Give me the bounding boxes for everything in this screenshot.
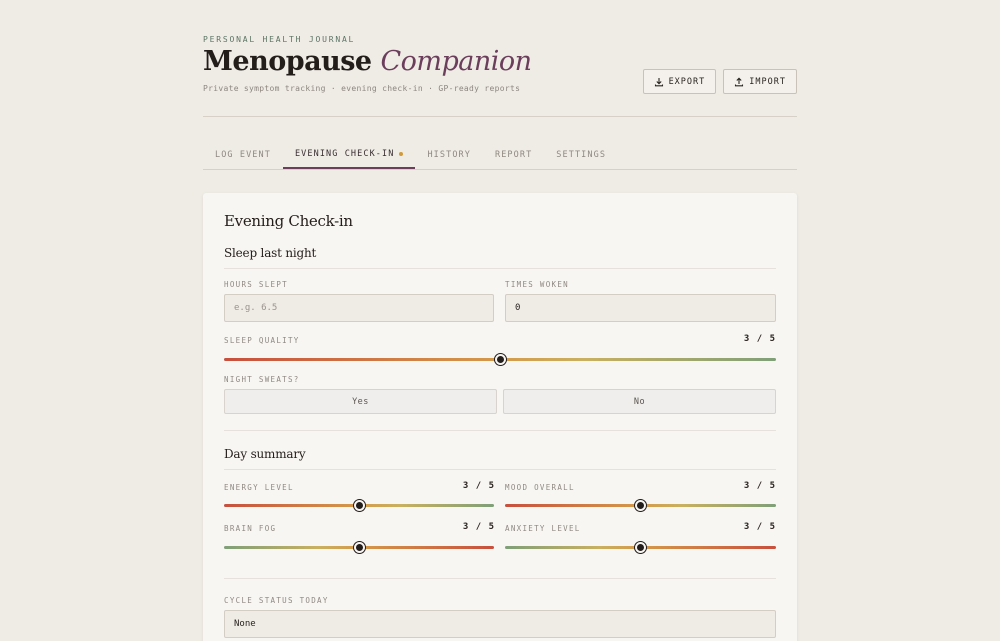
export-button[interactable]: EXPORT bbox=[642, 69, 717, 94]
brain-fog-slider[interactable] bbox=[224, 541, 494, 553]
energy-level-slider[interactable] bbox=[224, 499, 494, 511]
cycle-status-select[interactable]: None bbox=[224, 610, 776, 638]
section-divider bbox=[224, 268, 776, 269]
tab-evening-check-in[interactable]: EVENING CHECK-IN bbox=[282, 141, 416, 169]
anxiety-level-value: 3 / 5 bbox=[743, 522, 776, 532]
tab-settings[interactable]: SETTINGS bbox=[544, 141, 618, 169]
slider-thumb[interactable] bbox=[635, 500, 646, 511]
section-title-sleep: Sleep last night bbox=[224, 246, 317, 260]
import-button[interactable]: IMPORT bbox=[723, 69, 797, 94]
mood-overall-value: 3 / 5 bbox=[743, 481, 776, 491]
energy-level-label: ENERGY LEVEL bbox=[224, 483, 294, 492]
night-sweats-label: NIGHT SWEATS? bbox=[224, 375, 300, 384]
tab-label: EVENING CHECK-IN bbox=[294, 149, 395, 159]
app-subtitle: Private symptom tracking · evening check… bbox=[203, 84, 521, 93]
slider-thumb[interactable] bbox=[353, 500, 365, 511]
sleep-quality-value: 3 / 5 bbox=[743, 334, 776, 344]
download-icon bbox=[654, 77, 663, 86]
energy-level-value: 3 / 5 bbox=[462, 481, 495, 491]
hours-slept-input[interactable] bbox=[224, 294, 494, 322]
mood-overall-label: MOOD OVERALL bbox=[505, 483, 575, 492]
mood-overall-slider[interactable] bbox=[505, 499, 776, 511]
header-divider bbox=[203, 116, 797, 117]
app-title-accent: Companion bbox=[380, 46, 533, 77]
upload-icon bbox=[735, 77, 744, 86]
times-woken-label: TIMES WOKEN bbox=[505, 280, 569, 289]
slider-thumb[interactable] bbox=[353, 542, 365, 553]
tab-history[interactable]: HISTORY bbox=[415, 141, 483, 169]
card-title: Evening Check-in bbox=[224, 212, 353, 230]
tab-label: LOG EVENT bbox=[215, 150, 271, 160]
tab-bar: LOG EVENT EVENING CHECK-IN HISTORY REPOR… bbox=[203, 141, 797, 170]
tab-label: HISTORY bbox=[427, 150, 471, 160]
anxiety-level-label: ANXIETY LEVEL bbox=[505, 524, 581, 533]
tab-label: SETTINGS bbox=[556, 150, 607, 160]
night-sweats-no-button[interactable]: No bbox=[503, 389, 776, 414]
brain-fog-label: BRAIN FOG bbox=[224, 524, 277, 533]
times-woken-input[interactable] bbox=[505, 294, 776, 322]
app-title-main: Menopause bbox=[203, 46, 372, 77]
section-divider bbox=[224, 578, 776, 579]
check-in-card: Evening Check-in Sleep last night HOURS … bbox=[203, 193, 797, 641]
app-title: Menopause Companion bbox=[203, 46, 532, 77]
tab-report[interactable]: REPORT bbox=[483, 141, 544, 169]
hours-slept-label: HOURS SLEPT bbox=[224, 280, 288, 289]
anxiety-level-slider[interactable] bbox=[505, 541, 776, 553]
app-eyebrow: PERSONAL HEALTH JOURNAL bbox=[203, 35, 356, 44]
tab-log-event[interactable]: LOG EVENT bbox=[203, 141, 283, 169]
unsaved-dot-indicator bbox=[399, 152, 404, 156]
night-sweats-yes-button[interactable]: Yes bbox=[224, 389, 497, 414]
slider-thumb[interactable] bbox=[494, 354, 506, 365]
export-label: EXPORT bbox=[668, 76, 706, 87]
tab-label: REPORT bbox=[494, 150, 533, 160]
section-divider bbox=[224, 469, 776, 470]
section-divider bbox=[224, 430, 776, 431]
sleep-quality-slider[interactable] bbox=[224, 353, 776, 365]
brain-fog-value: 3 / 5 bbox=[462, 522, 495, 532]
slider-thumb[interactable] bbox=[635, 542, 646, 553]
header-actions: EXPORT IMPORT bbox=[642, 69, 797, 94]
section-title-day-summary: Day summary bbox=[224, 447, 306, 461]
sleep-quality-label: SLEEP QUALITY bbox=[224, 336, 300, 345]
cycle-status-label: CYCLE STATUS TODAY bbox=[224, 596, 329, 605]
cycle-status-value: None bbox=[234, 619, 256, 629]
import-label: IMPORT bbox=[749, 76, 786, 87]
